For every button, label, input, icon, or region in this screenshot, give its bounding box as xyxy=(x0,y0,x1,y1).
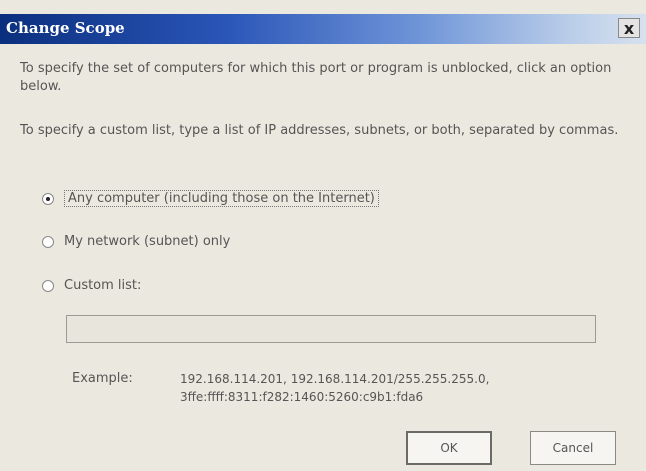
cancel-button[interactable]: Cancel xyxy=(530,431,616,465)
example-line-2: 3ffe:ffff:8311:f282:1460:5260:c9b1:fda6 xyxy=(180,390,424,404)
option-any-computer-label[interactable]: Any computer (including those on the Int… xyxy=(64,190,379,207)
option-custom-list-label[interactable]: Custom list: xyxy=(64,278,141,293)
ok-button[interactable]: OK xyxy=(406,431,492,465)
radio-my-network[interactable] xyxy=(42,235,54,248)
option-custom-list[interactable]: Custom list: xyxy=(42,278,141,293)
custom-list-instructions: To specify a custom list, type a list of… xyxy=(20,123,619,138)
radio-any-computer[interactable] xyxy=(42,192,54,205)
intro-text: To specify the set of computers for whic… xyxy=(20,61,612,94)
custom-list-input[interactable] xyxy=(66,315,596,343)
option-my-network-label[interactable]: My network (subnet) only xyxy=(64,234,230,249)
close-icon[interactable]: x xyxy=(618,18,640,38)
radio-custom-list[interactable] xyxy=(42,279,54,292)
option-any-computer[interactable]: Any computer (including those on the Int… xyxy=(42,190,379,207)
example-label: Example: xyxy=(72,371,133,386)
example-line-1: 192.168.114.201, 192.168.114.201/255.255… xyxy=(180,372,490,386)
title-bar[interactable]: Change Scope x xyxy=(0,14,646,44)
dialog-title: Change Scope xyxy=(6,19,125,37)
option-my-network[interactable]: My network (subnet) only xyxy=(42,234,230,249)
change-scope-dialog: Change Scope x To specify the set of com… xyxy=(0,0,646,471)
